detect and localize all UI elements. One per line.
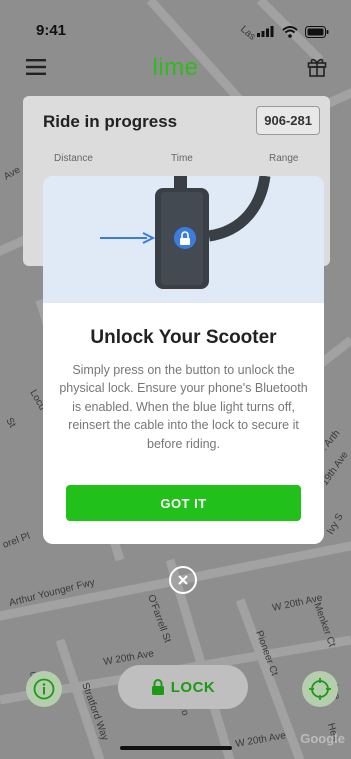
top-navigation-bar: lime — [0, 50, 351, 90]
ride-title: Ride in progress — [43, 112, 178, 131]
status-time: 9:41 — [36, 22, 67, 39]
close-modal-button[interactable] — [169, 566, 197, 594]
signal-icon — [257, 26, 274, 38]
stat-label-distance: Distance — [54, 153, 93, 164]
home-indicator — [120, 746, 232, 750]
unlock-scooter-modal: Unlock Your Scooter Simply press on the … — [43, 176, 324, 544]
wifi-icon — [281, 25, 298, 38]
battery-icon — [305, 25, 329, 38]
locate-me-button[interactable] — [302, 671, 338, 707]
info-button[interactable] — [26, 671, 62, 707]
gift-icon[interactable] — [307, 57, 327, 77]
stat-label-range: Range — [269, 153, 299, 164]
status-bar: 9:41 — [0, 0, 351, 50]
ride-id-badge: 906-281 — [256, 106, 320, 135]
stat-label-time: Time — [171, 153, 193, 164]
close-icon — [178, 575, 188, 585]
scooter-lock-illustration — [100, 176, 271, 289]
info-icon — [33, 678, 55, 700]
modal-illustration — [43, 176, 324, 303]
modal-body-text: Simply press on the button to unlock the… — [59, 363, 308, 451]
lime-logo: lime — [152, 54, 199, 81]
got-it-button[interactable]: GOT IT — [66, 485, 301, 521]
lock-button[interactable]: LOCK — [118, 665, 248, 709]
arrow-icon — [100, 232, 156, 244]
app-screen: Arthur Younger Fwy O'Farrell St Pioneer … — [0, 0, 351, 759]
lock-icon — [174, 227, 196, 249]
locate-icon — [309, 678, 331, 700]
map-attribution: Google — [300, 731, 345, 746]
status-icons — [257, 23, 329, 41]
modal-title: Unlock Your Scooter — [90, 327, 277, 348]
lock-icon — [151, 679, 164, 695]
lock-button-label: LOCK — [170, 678, 216, 696]
